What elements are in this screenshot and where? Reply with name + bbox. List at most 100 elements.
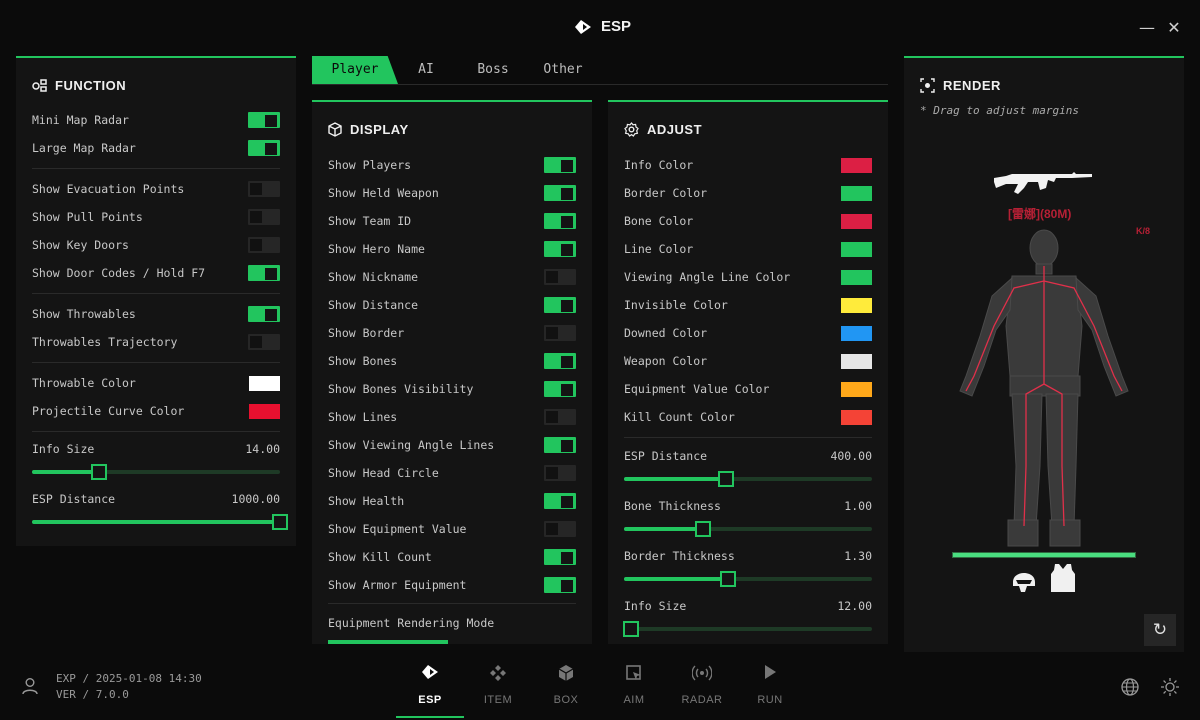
reset-view-button[interactable]: ↻ bbox=[1144, 614, 1176, 646]
color-swatch-border-color[interactable] bbox=[841, 185, 872, 201]
slider-label: ESP Distance bbox=[32, 492, 116, 506]
render-target-icon bbox=[920, 78, 935, 93]
toggle-show-evacuation-points[interactable] bbox=[248, 181, 280, 197]
nav-box[interactable]: BOX bbox=[532, 664, 600, 718]
globe-icon[interactable] bbox=[1120, 677, 1140, 697]
toggle-show-distance[interactable] bbox=[544, 297, 576, 313]
color-label: Equipment Value Color bbox=[624, 382, 770, 396]
health-bar-fill bbox=[953, 553, 1135, 557]
nav-label: ITEM bbox=[483, 694, 513, 706]
color-swatch-weapon-color[interactable] bbox=[841, 353, 872, 369]
adjust-rows: Info Color Border Color Bone Color Line Col… bbox=[623, 102, 872, 644]
toggle-show-door-codes-hold-f7[interactable] bbox=[248, 265, 280, 281]
adjust-slider-bone-thickness: Bone Thickness 1.00 bbox=[624, 499, 872, 537]
slider-track[interactable] bbox=[623, 621, 872, 637]
toggle-show-bones[interactable] bbox=[544, 353, 576, 369]
toggle-mini-map-radar[interactable] bbox=[248, 112, 280, 128]
toggle-label: Show Players bbox=[328, 158, 412, 172]
function-row-show-door-codes-hold-f7: Show Door Codes / Hold F7 bbox=[32, 263, 280, 283]
item-icon bbox=[464, 664, 532, 686]
toggle-label: Large Map Radar bbox=[32, 141, 136, 155]
toggle-show-nickname[interactable] bbox=[544, 269, 576, 285]
color-swatch-equipment-value-color[interactable] bbox=[841, 381, 872, 397]
toggle-show-border[interactable] bbox=[544, 325, 576, 341]
adjust-slider-info-size: Info Size 12.00 bbox=[623, 599, 872, 637]
toggle-show-throwables[interactable] bbox=[248, 306, 280, 322]
toggle-show-held-weapon[interactable] bbox=[544, 185, 576, 201]
color-swatch-throwable-color[interactable] bbox=[249, 375, 280, 391]
close-button[interactable]: ✕ bbox=[1164, 18, 1184, 38]
function-row-show-pull-points: Show Pull Points bbox=[32, 207, 280, 227]
toggle-label: Show Health bbox=[328, 494, 405, 508]
display-row-show-border: Show Border bbox=[328, 323, 576, 343]
tab-player[interactable]: Player bbox=[312, 56, 398, 84]
tab-ai[interactable]: AI bbox=[404, 56, 448, 84]
toggle-show-health[interactable] bbox=[544, 493, 576, 509]
equipment-rendering-mode-selector[interactable] bbox=[328, 640, 448, 644]
toggle-show-head-circle[interactable] bbox=[544, 465, 576, 481]
toggle-show-equipment-value[interactable] bbox=[544, 521, 576, 537]
toggle-large-map-radar[interactable] bbox=[248, 140, 280, 156]
color-swatch-viewing-angle-line-color[interactable] bbox=[841, 269, 872, 285]
tab-boss[interactable]: Boss bbox=[464, 56, 522, 84]
toggle-show-kill-count[interactable] bbox=[544, 549, 576, 565]
toggle-label: Mini Map Radar bbox=[32, 113, 129, 127]
nav-label: RADAR bbox=[681, 694, 723, 706]
slider-track[interactable] bbox=[32, 514, 288, 530]
minimize-button[interactable]: — bbox=[1137, 18, 1157, 38]
nav-esp[interactable]: ESP bbox=[396, 664, 464, 718]
toggle-label: Show Armor Equipment bbox=[328, 578, 467, 592]
nav-aim[interactable]: AIM bbox=[600, 664, 668, 718]
render-hint: * Drag to adjust margins bbox=[920, 104, 1079, 117]
color-swatch-bone-color[interactable] bbox=[841, 213, 872, 229]
slider-track[interactable] bbox=[624, 471, 872, 487]
display-row-show-health: Show Health bbox=[328, 491, 576, 511]
nav-label: ESP bbox=[418, 694, 442, 706]
nav-item[interactable]: ITEM bbox=[464, 664, 532, 718]
toggle-show-hero-name[interactable] bbox=[544, 241, 576, 257]
slider-handle[interactable] bbox=[623, 621, 640, 637]
expiry-text: EXP / 2025-01-08 14:30 bbox=[56, 672, 202, 685]
color-swatch-line-color[interactable] bbox=[841, 241, 872, 257]
tab-other[interactable]: Other bbox=[532, 56, 594, 84]
slider-track[interactable] bbox=[624, 521, 872, 537]
toggle-show-viewing-angle-lines[interactable] bbox=[544, 437, 576, 453]
toggle-label: Show Door Codes / Hold F7 bbox=[32, 266, 206, 280]
toggle-label: Show Nickname bbox=[328, 270, 419, 284]
toggle-label: Show Distance bbox=[328, 298, 419, 312]
nav-radar[interactable]: RADAR bbox=[668, 664, 736, 718]
slider-handle[interactable] bbox=[717, 471, 734, 487]
slider-handle[interactable] bbox=[272, 514, 288, 530]
toggle-show-key-doors[interactable] bbox=[248, 237, 280, 253]
toggle-show-team-id[interactable] bbox=[544, 213, 576, 229]
color-swatch-kill-count-color[interactable] bbox=[841, 409, 872, 425]
toggle-throwables-trajectory[interactable] bbox=[248, 334, 280, 350]
toggle-show-lines[interactable] bbox=[544, 409, 576, 425]
sun-icon[interactable] bbox=[1160, 677, 1180, 697]
slider-track[interactable] bbox=[624, 571, 872, 587]
slider-track[interactable] bbox=[32, 464, 280, 480]
display-row-show-hero-name: Show Hero Name bbox=[328, 239, 576, 259]
color-swatch-info-color[interactable] bbox=[841, 157, 872, 173]
color-swatch-projectile-curve-color[interactable] bbox=[249, 403, 280, 419]
toggle-show-pull-points[interactable] bbox=[248, 209, 280, 225]
box-icon bbox=[532, 664, 600, 686]
toggle-show-bones-visibility[interactable] bbox=[544, 381, 576, 397]
slider-handle[interactable] bbox=[90, 464, 107, 480]
nav-label: BOX bbox=[553, 694, 579, 706]
user-icon[interactable] bbox=[22, 677, 38, 695]
adjust-row-viewing-angle-line-color: Viewing Angle Line Color bbox=[624, 267, 872, 287]
slider-handle[interactable] bbox=[695, 521, 712, 537]
toggle-show-players[interactable] bbox=[544, 157, 576, 173]
nav-run[interactable]: RUN bbox=[736, 664, 804, 718]
toggle-label: Show Hero Name bbox=[328, 242, 425, 256]
display-row-show-team-id: Show Team ID bbox=[328, 211, 576, 231]
equipment-rendering-mode-row: Equipment Rendering Mode bbox=[328, 613, 576, 633]
character-preview[interactable] bbox=[952, 226, 1136, 551]
color-swatch-invisible-color[interactable] bbox=[841, 297, 872, 313]
toggle-show-armor-equipment[interactable] bbox=[544, 577, 576, 593]
function-row-show-throwables: Show Throwables bbox=[32, 304, 280, 324]
color-swatch-downed-color[interactable] bbox=[841, 325, 872, 341]
slider-handle[interactable] bbox=[720, 571, 737, 587]
slider-label: Info Size bbox=[624, 599, 687, 613]
